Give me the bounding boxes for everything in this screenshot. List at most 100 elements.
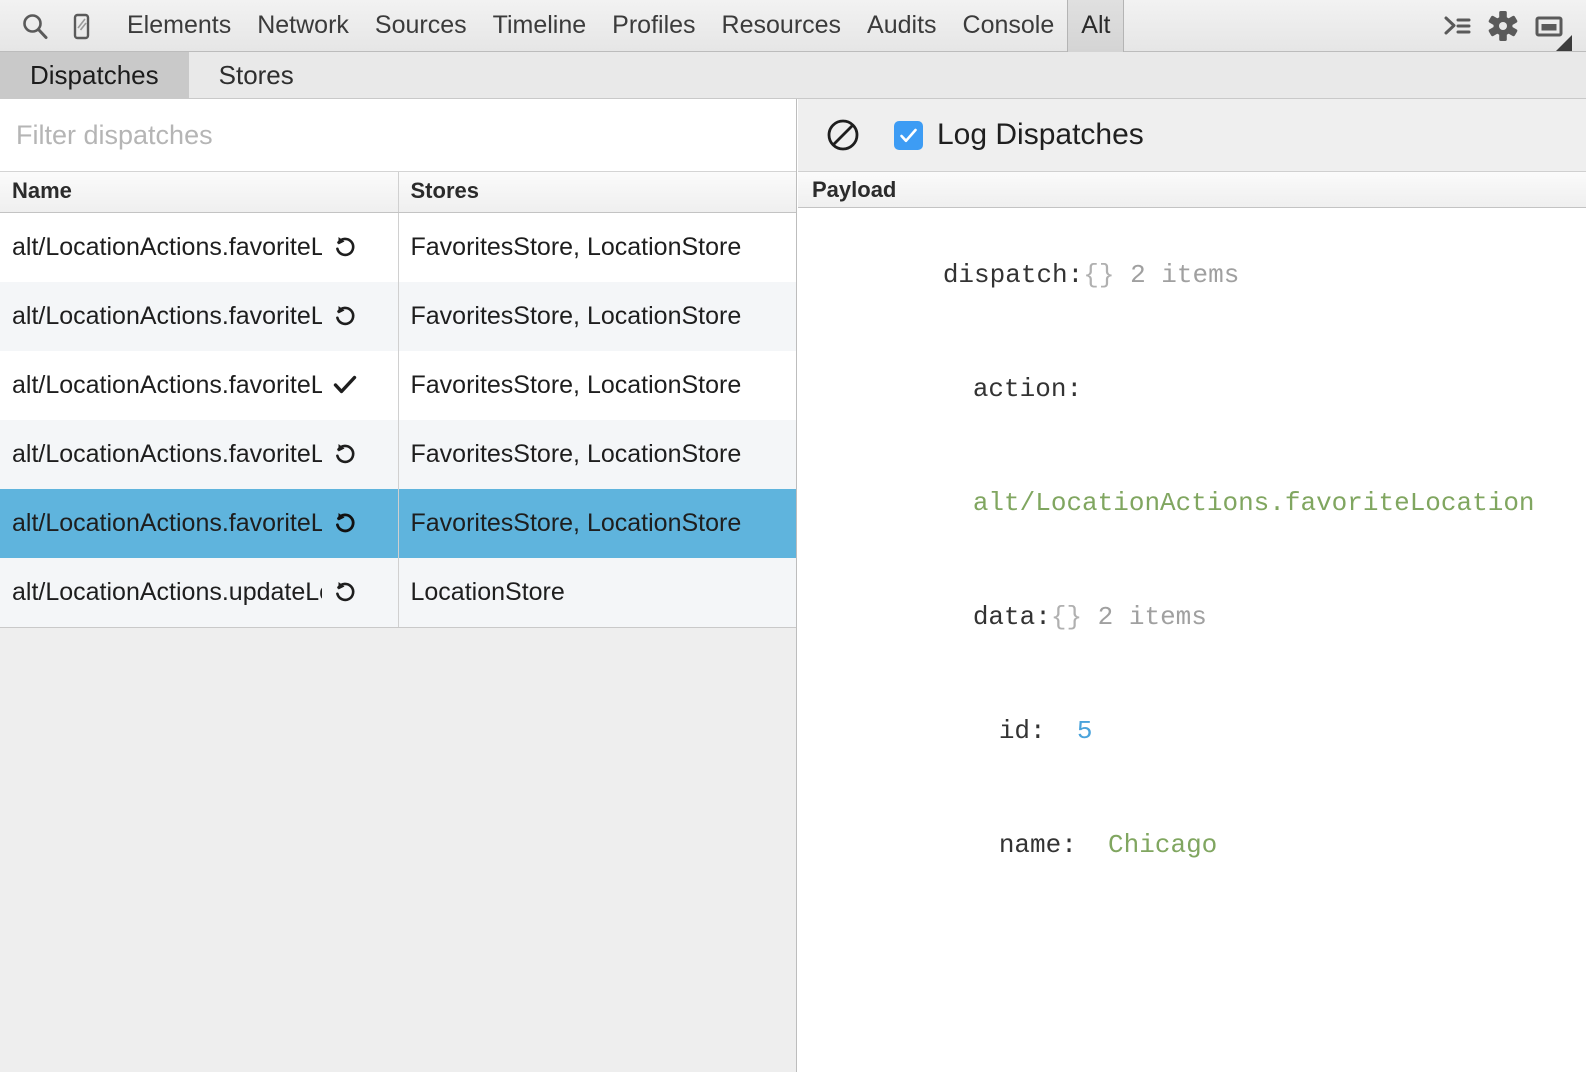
devtools-tab-resources[interactable]: Resources (709, 0, 855, 52)
cell-stores: FavoritesStore, LocationStore (398, 351, 796, 420)
devtools-tab-profiles[interactable]: Profiles (599, 0, 708, 52)
payload-line[interactable]: name: Chicago (818, 788, 1586, 902)
payload-pane: Log Dispatches Payload dispatch:{} 2 ite… (798, 99, 1586, 1072)
dispatches-pane: Name Stores alt/LocationActions.favorite… (0, 99, 797, 1072)
mobile-device-icon[interactable] (58, 1, 104, 51)
replay-icon[interactable] (330, 508, 360, 538)
cell-name: alt/LocationActions.favoriteLoca (0, 212, 399, 282)
tab-label: Audits (867, 11, 937, 39)
devtools-tab-alt[interactable]: Alt (1067, 0, 1125, 52)
devtools-tab-list: Elements Network Sources Timeline Profil… (114, 0, 1125, 52)
console-prompt-icon[interactable] (1434, 1, 1480, 51)
tab-label: Elements (127, 11, 232, 39)
payload-string-value: Chicago (1092, 830, 1218, 860)
devtools-tab-network[interactable]: Network (244, 0, 362, 52)
tab-label: Alt (1081, 11, 1111, 39)
dispatches-table-header-row: Name Stores (0, 172, 796, 213)
devtools-tab-timeline[interactable]: Timeline (480, 0, 600, 52)
devtools-tab-console[interactable]: Console (950, 0, 1068, 52)
payload-line[interactable]: action: (818, 332, 1586, 446)
payload-toolbar: Log Dispatches (798, 99, 1586, 172)
table-row[interactable]: alt/LocationActions.favoriteLoca Favorit… (0, 350, 796, 420)
payload-count: 2 items (1082, 602, 1207, 632)
payload-key: name: (998, 830, 1093, 860)
dispatch-stores: FavoritesStore, LocationStore (410, 439, 742, 468)
panel-tab-bar: Dispatches Stores (0, 52, 1586, 99)
cell-name: alt/LocationActions.favoriteLoca (0, 350, 399, 420)
tab-stores[interactable]: Stores (189, 52, 324, 99)
payload-count: 2 items (1114, 260, 1240, 290)
table-row[interactable]: alt/LocationActions.favoriteLoca Favorit… (0, 419, 796, 489)
dispatch-name: alt/LocationActions.favoriteLoca (12, 439, 322, 468)
dock-panel-icon[interactable] (1526, 1, 1572, 51)
dispatches-table: Name Stores alt/LocationActions.favorite… (0, 172, 796, 627)
dispatch-name: alt/LocationActions.favoriteLoca (12, 232, 322, 261)
search-icon[interactable] (12, 1, 58, 51)
replay-icon[interactable] (330, 439, 360, 469)
payload-tree: dispatch:{} 2 items action: alt/Location… (798, 208, 1586, 902)
table-row-selected[interactable]: alt/LocationActions.favoriteLoca Favorit… (0, 488, 796, 558)
clear-no-entry-icon[interactable] (822, 114, 864, 156)
dispatch-stores: LocationStore (410, 577, 565, 606)
column-header-stores[interactable]: Stores (398, 172, 796, 213)
replay-icon[interactable] (330, 301, 360, 331)
devtools-window: Elements Network Sources Timeline Profil… (0, 0, 1586, 1072)
payload-header-label: Payload (812, 176, 897, 202)
payload-line[interactable]: data:{} 2 items (818, 560, 1586, 674)
replay-icon[interactable] (330, 577, 360, 607)
dispatch-name: alt/LocationActions.favoriteLoca (12, 370, 322, 399)
cell-name: alt/LocationActions.updateLoca (0, 557, 399, 627)
log-dispatches-toggle[interactable]: Log Dispatches (894, 118, 1144, 152)
dispatch-stores: FavoritesStore, LocationStore (410, 370, 742, 399)
log-dispatches-checkbox[interactable] (894, 120, 923, 150)
dispatch-name: alt/LocationActions.updateLoca (12, 577, 322, 606)
payload-line[interactable]: dispatch:{} 2 items (818, 218, 1586, 332)
log-dispatches-label: Log Dispatches (937, 118, 1144, 151)
payload-number-value: 5 (1061, 716, 1093, 746)
devtools-tab-sources[interactable]: Sources (362, 0, 480, 52)
table-row[interactable]: alt/LocationActions.updateLoca LocationS… (0, 557, 796, 627)
cell-name: alt/LocationActions.favoriteLoca (0, 419, 399, 489)
filter-bar (0, 99, 796, 172)
tab-stores-label: Stores (218, 60, 294, 90)
payload-key: id: (998, 716, 1062, 746)
checkmark-icon[interactable] (330, 370, 360, 400)
payload-brace: {} (1083, 260, 1115, 290)
tab-label: Resources (721, 11, 842, 39)
devtools-toolbar: Elements Network Sources Timeline Profil… (0, 0, 1586, 52)
devtools-tab-elements[interactable]: Elements (114, 0, 244, 52)
table-row[interactable]: alt/LocationActions.favoriteLoca Favorit… (0, 281, 796, 351)
column-header-name-label: Name (12, 178, 72, 203)
column-header-name[interactable]: Name (0, 172, 399, 213)
cell-stores: FavoritesStore, LocationStore (398, 213, 796, 282)
replay-icon[interactable] (330, 232, 360, 262)
dock-dropdown-triangle-icon[interactable] (1556, 34, 1572, 51)
dispatches-table-head: Name Stores (0, 172, 796, 213)
filter-dispatches-input[interactable] (16, 119, 796, 151)
devtools-tab-audits[interactable]: Audits (854, 0, 949, 52)
cell-stores: FavoritesStore, LocationStore (398, 282, 796, 351)
tab-label: Network (257, 11, 349, 39)
tab-dispatches-label: Dispatches (30, 60, 159, 90)
column-header-stores-label: Stores (410, 178, 479, 203)
payload-column-header: Payload (798, 172, 1586, 208)
tab-label: Timeline (492, 11, 587, 39)
cell-name: alt/LocationActions.favoriteLoca (0, 281, 399, 351)
tab-dispatches[interactable]: Dispatches (0, 52, 189, 99)
payload-line[interactable]: alt/LocationActions.favoriteLocation (818, 446, 1586, 560)
dispatch-stores: FavoritesStore, LocationStore (410, 232, 742, 261)
payload-brace: {} (1050, 602, 1083, 632)
payload-key: data: (972, 602, 1051, 632)
gear-icon[interactable] (1480, 1, 1526, 51)
toolbar-right-actions (1434, 1, 1576, 51)
table-row[interactable]: alt/LocationActions.favoriteLoca Favorit… (0, 212, 796, 282)
dispatch-name: alt/LocationActions.favoriteLoca (12, 301, 322, 330)
payload-line[interactable]: id: 5 (818, 674, 1586, 788)
cell-stores: LocationStore (398, 558, 796, 627)
payload-string-value: alt/LocationActions.favoriteLocation (972, 488, 1535, 518)
payload-key: dispatch: (942, 260, 1084, 290)
cell-name: alt/LocationActions.favoriteLoca (0, 488, 399, 558)
tab-label: Console (962, 11, 1055, 39)
cell-stores: FavoritesStore, LocationStore (398, 420, 796, 489)
dispatches-table-body: alt/LocationActions.favoriteLoca Favorit… (0, 212, 796, 627)
